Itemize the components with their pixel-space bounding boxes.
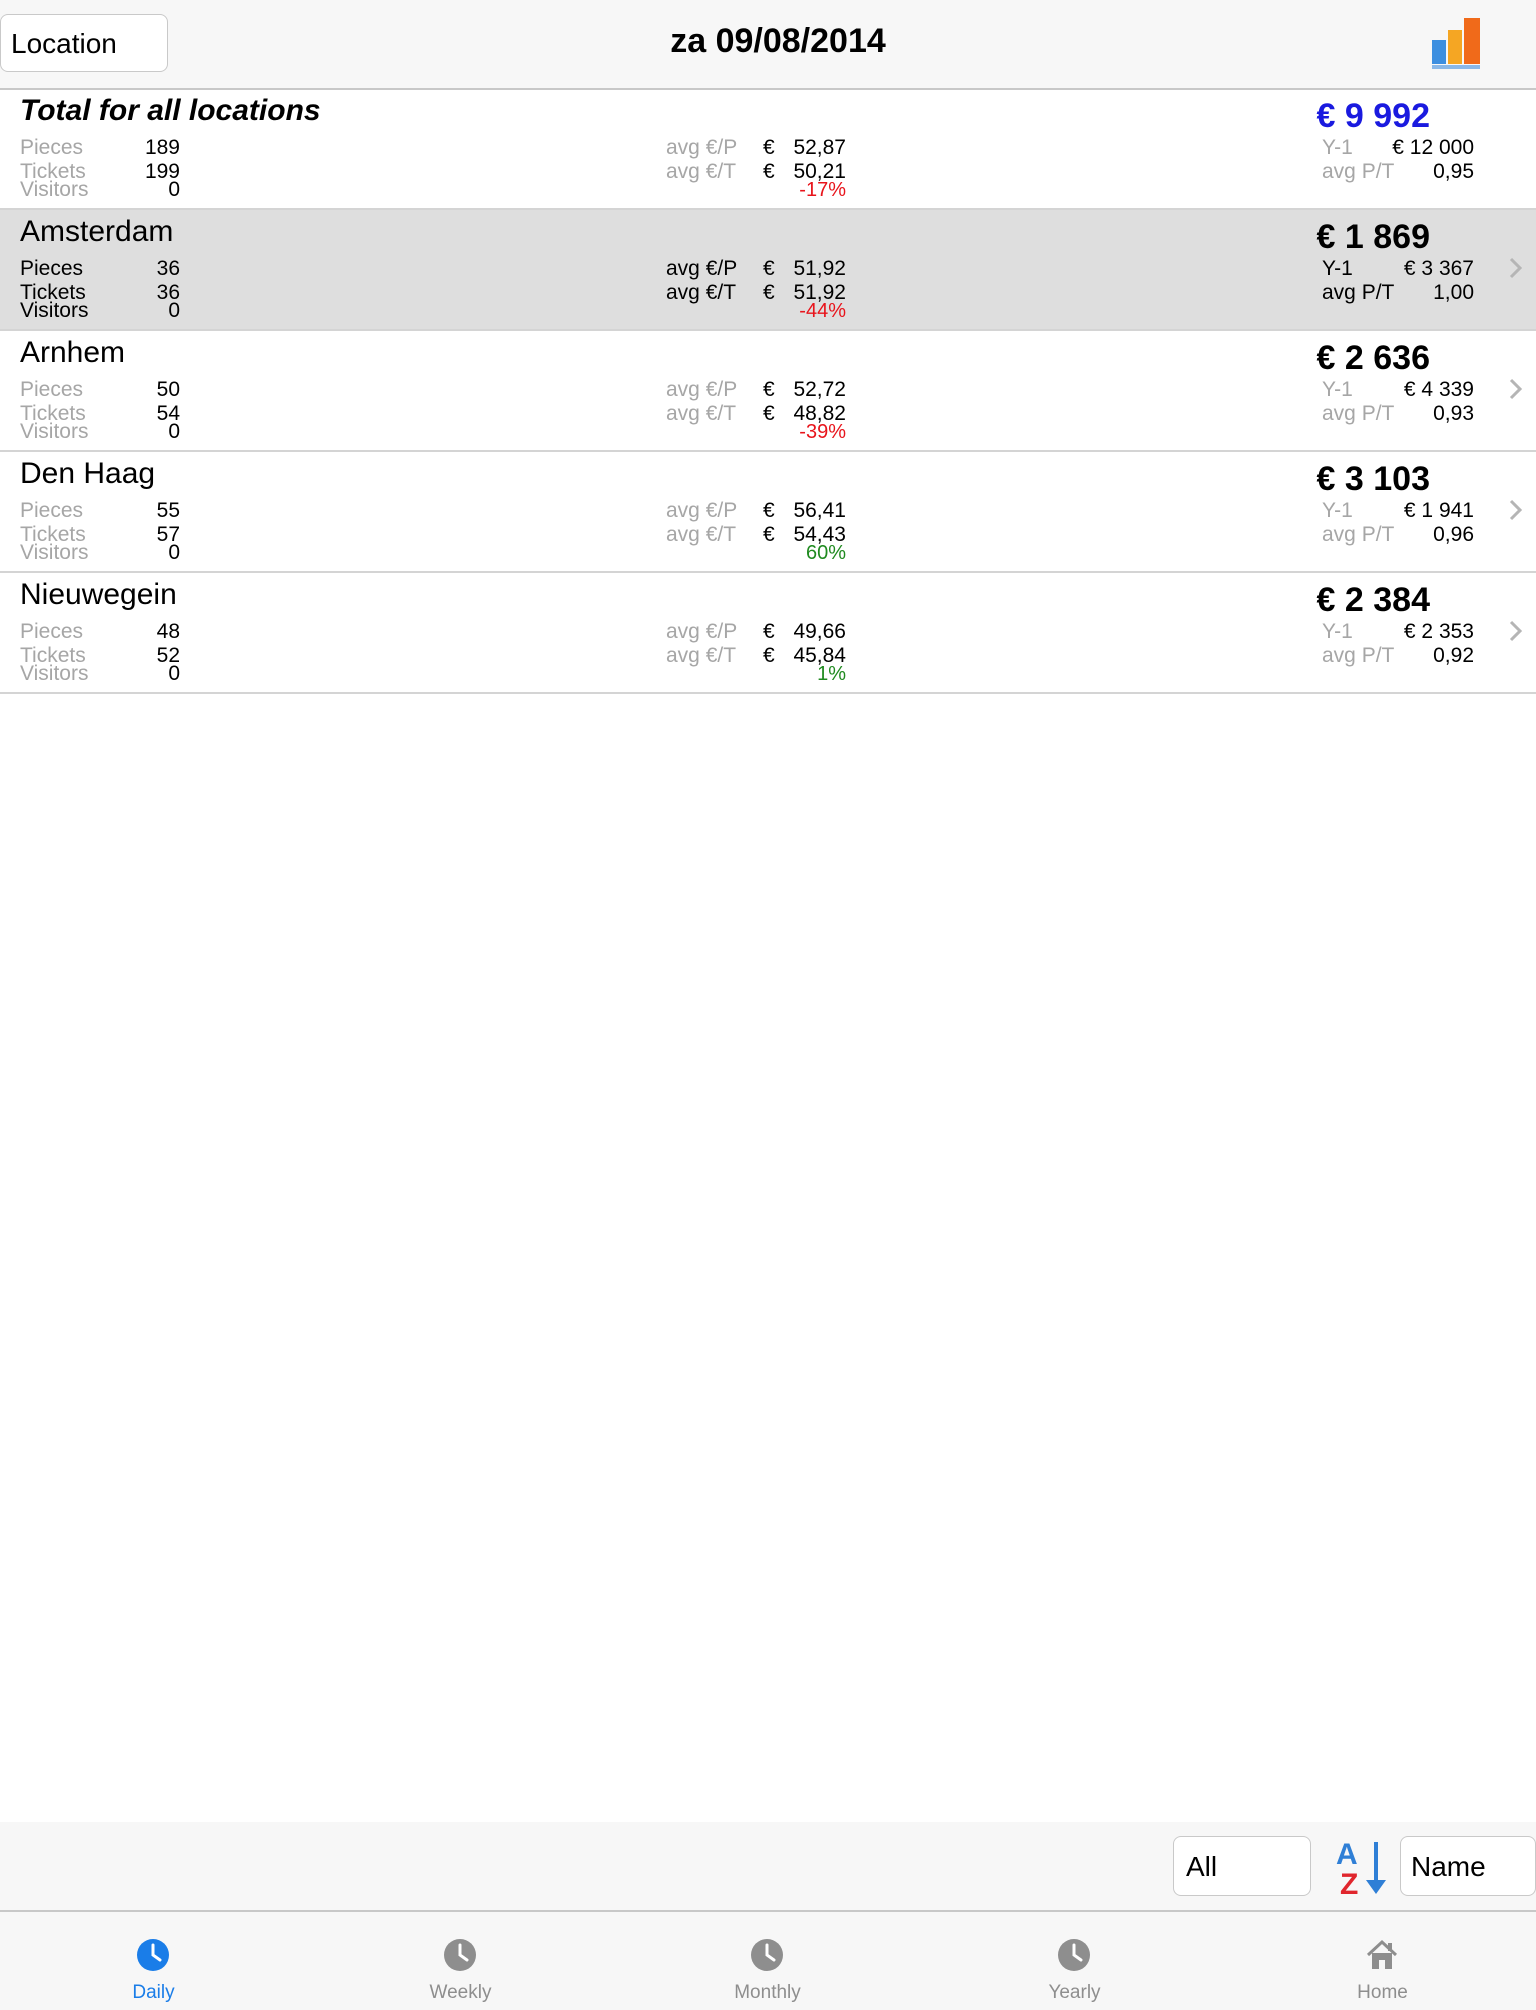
visitors-label: Visitors xyxy=(20,299,89,322)
location-row-nieuwegein[interactable]: Nieuwegein € 2 384 Pieces Tickets Visito… xyxy=(0,573,1536,694)
change-percent: 1% xyxy=(817,663,846,685)
y1-value: € 12 000 xyxy=(1392,136,1474,159)
y1-label: Y-1 xyxy=(1322,378,1353,401)
location-row-den-haag[interactable]: Den Haag € 3 103 Pieces Tickets Visitors… xyxy=(0,452,1536,573)
sort-az-icon[interactable]: A Z xyxy=(1334,1836,1390,1898)
tab-label: Home xyxy=(1357,1982,1408,2003)
avg-ep-value: 49,66 xyxy=(793,620,846,643)
visitors-value: 0 xyxy=(168,541,180,564)
avg-ep-value: 52,87 xyxy=(793,136,846,159)
avg-ep-label: avg €/P xyxy=(666,257,738,280)
row-amount: € 9 992 xyxy=(1316,97,1430,135)
clock-icon xyxy=(751,1939,783,1971)
tab-label: Weekly xyxy=(429,1982,492,2003)
chevron-right-icon xyxy=(1509,378,1523,400)
total-row: Total for all locations € 9 992 Pieces T… xyxy=(0,89,1536,210)
pieces-value: 55 xyxy=(156,499,180,522)
pieces-value: 36 xyxy=(156,257,180,280)
tab-home[interactable]: Home xyxy=(1229,1912,1536,2010)
location-row-arnhem[interactable]: Arnhem € 2 636 Pieces Tickets Visitors 5… xyxy=(0,331,1536,452)
avg-pt-value: 0,92 xyxy=(1433,644,1474,667)
visitors-value: 0 xyxy=(168,299,180,322)
pieces-label: Pieces xyxy=(20,136,84,159)
tab-label: Monthly xyxy=(734,1982,801,2003)
location-amount: € 2 636 xyxy=(1316,339,1430,377)
tab-label: Daily xyxy=(132,1982,175,2003)
pieces-label: Pieces xyxy=(20,499,84,522)
locations-list: Total for all locations € 9 992 Pieces T… xyxy=(0,89,1536,694)
chevron-right-icon xyxy=(1509,620,1523,642)
tab-weekly[interactable]: Weekly xyxy=(307,1912,614,2010)
avg-pt-value: 0,93 xyxy=(1433,402,1474,425)
avg-pt-value: 0,95 xyxy=(1433,160,1474,183)
clock-icon xyxy=(1058,1939,1090,1971)
change-percent: -39% xyxy=(799,421,846,443)
avg-ep-value: 52,72 xyxy=(793,378,846,401)
scope-filter-button[interactable]: All xyxy=(1173,1836,1311,1896)
avg-ep-label: avg €/P xyxy=(666,136,738,159)
tab-monthly[interactable]: Monthly xyxy=(614,1912,921,2010)
y1-label: Y-1 xyxy=(1322,620,1353,643)
location-amount: € 3 103 xyxy=(1316,460,1430,498)
clock-icon xyxy=(137,1939,169,1971)
y1-value: € 3 367 xyxy=(1403,257,1474,280)
change-percent: -17% xyxy=(799,179,846,201)
visitors-value: 0 xyxy=(168,178,180,201)
visitors-value: 0 xyxy=(168,420,180,443)
home-icon xyxy=(1366,1939,1398,1969)
location-amount: € 1 869 xyxy=(1316,218,1430,256)
avg-ep-value: 51,92 xyxy=(793,257,846,280)
chevron-right-icon xyxy=(1509,499,1523,521)
row-title: Total for all locations xyxy=(20,94,321,127)
y1-value: € 1 941 xyxy=(1403,499,1474,522)
visitors-label: Visitors xyxy=(20,420,89,443)
date-title: za 09/08/2014 xyxy=(670,22,886,60)
pieces-label: Pieces xyxy=(20,378,84,401)
tab-yearly[interactable]: Yearly xyxy=(921,1912,1228,2010)
svg-text:A: A xyxy=(1336,1838,1358,1871)
change-percent: -44% xyxy=(799,300,846,322)
avg-pt-value: 1,00 xyxy=(1433,281,1474,304)
location-name: Nieuwegein xyxy=(20,578,177,611)
sort-field-button[interactable]: Name xyxy=(1400,1836,1536,1896)
y1-label: Y-1 xyxy=(1322,257,1353,280)
bar-chart-icon[interactable] xyxy=(1430,16,1492,72)
location-name: Den Haag xyxy=(20,457,156,490)
pieces-value: 48 xyxy=(156,620,180,643)
y1-label: Y-1 xyxy=(1322,499,1353,522)
filter-bar: All A Z Name xyxy=(0,1822,1536,1910)
top-navigation-bar: Location za 09/08/2014 xyxy=(0,0,1536,90)
y1-value: € 4 339 xyxy=(1403,378,1474,401)
y1-label: Y-1 xyxy=(1322,136,1353,159)
tab-label: Yearly xyxy=(1048,1982,1101,2003)
pieces-value: 50 xyxy=(156,378,180,401)
svg-text:Z: Z xyxy=(1340,1868,1358,1898)
avg-ep-value: 56,41 xyxy=(793,499,846,522)
tab-bar: Daily Weekly Monthly Yearly Home xyxy=(0,1910,1536,2010)
visitors-label: Visitors xyxy=(20,178,89,201)
clock-icon xyxy=(444,1939,476,1971)
location-name: Arnhem xyxy=(20,336,126,369)
visitors-value: 0 xyxy=(168,662,180,685)
location-amount: € 2 384 xyxy=(1316,581,1430,619)
visitors-label: Visitors xyxy=(20,662,89,685)
location-row-amsterdam[interactable]: Amsterdam € 1 869 Pieces Tickets Visitor… xyxy=(0,210,1536,331)
pieces-label: Pieces xyxy=(20,257,84,280)
y1-value: € 2 353 xyxy=(1403,620,1474,643)
pieces-value: 189 xyxy=(144,136,180,159)
chevron-right-icon xyxy=(1509,257,1523,279)
change-percent: 60% xyxy=(805,542,846,564)
location-name: Amsterdam xyxy=(20,215,174,248)
tab-daily[interactable]: Daily xyxy=(0,1912,307,2010)
avg-pt-value: 0,96 xyxy=(1433,523,1474,546)
pieces-label: Pieces xyxy=(20,620,84,643)
visitors-label: Visitors xyxy=(20,541,89,564)
avg-ep-label: avg €/P xyxy=(666,620,738,643)
avg-ep-label: avg €/P xyxy=(666,499,738,522)
avg-ep-label: avg €/P xyxy=(666,378,738,401)
